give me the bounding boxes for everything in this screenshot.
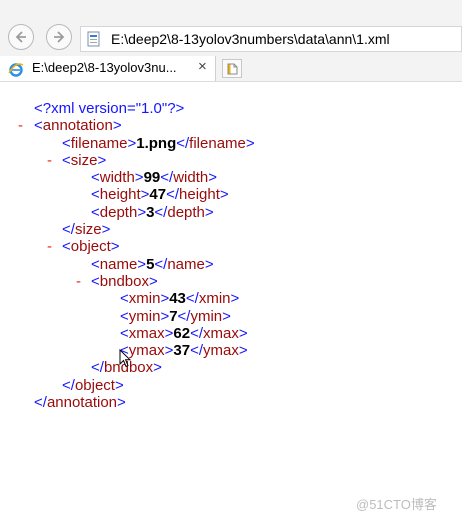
tag-depth: depth [99,203,138,221]
tag-height-close: height [179,186,220,204]
mouse-cursor-icon [119,349,131,368]
xml-line-xmax: <xmax>62</xmax> [120,324,248,342]
address-bar[interactable]: E:\deep2\8-13yolov3numbers\data\ann\1.xm… [80,26,462,52]
tag-xmin-close: xmin [198,290,231,308]
xml-line-ymin: <ymin>7</ymin> [120,307,231,325]
xml-declaration-line: <?xml version="1.0"?> [0,100,462,117]
xml-line-depth: <depth>3</depth> [91,203,214,221]
browser-toolbar: E:\deep2\8-13yolov3numbers\data\ann\1.xm… [0,0,462,56]
tag-height: height [99,186,141,204]
collapse-toggle-bndbox[interactable]: - [76,273,81,290]
ymax-value: 37 [173,342,191,360]
new-tab-icon [227,63,238,75]
xml-declaration: <?xml version="1.0"?> [34,100,185,117]
new-tab-button[interactable] [222,59,242,78]
xml-line-object-open: - <object> [47,238,120,256]
tab-title: E:\deep2\8-13yolov3nu... [32,60,177,75]
xml-line-width: <width>99</width> [91,169,217,187]
forward-button[interactable] [46,24,72,50]
tab-close-button[interactable]: × [198,58,207,75]
xml-line-annotation-open: - <annotation> [18,117,122,135]
xml-line-ymax: <ymax>37</ymax> [120,342,248,360]
collapse-toggle-size[interactable]: - [47,152,52,169]
tag-width-close: width [173,169,209,187]
xml-line-bndbox-open: - <bndbox> [76,272,158,290]
xmin-value: 43 [169,290,186,308]
back-arrow-icon [15,31,26,43]
xml-line-size-open: - <size> [47,151,107,169]
tag-xmax-close: xmax [203,324,239,342]
xml-line-xmin: <xmin>43</xmin> [120,290,240,308]
collapse-toggle-annotation[interactable]: - [18,117,23,134]
ie-favicon-icon [8,63,24,77]
back-button[interactable] [8,24,34,50]
xmax-value: 62 [173,324,191,342]
xml-line-name: <name>5</name> [91,255,214,273]
tag-size: size [70,151,98,169]
ymin-value: 7 [169,307,178,325]
tag-ymax: ymax [128,342,165,360]
tag-filename-close: filename [189,134,246,152]
tag-depth-close: depth [167,203,205,221]
page-icon [87,31,100,47]
watermark: @51CTO博客 [356,497,437,512]
tag-ymin-close: ymin [190,307,223,325]
tag-object-close: object [74,376,115,394]
tag-annotation-close: annotation [46,394,118,412]
width-value: 99 [143,169,161,187]
xml-line-annotation-close: </annotation> [34,394,126,412]
filename-value: 1.png [136,134,177,152]
tag-filename: filename [70,134,128,152]
address-text: E:\deep2\8-13yolov3numbers\data\ann\1.xm… [111,31,390,47]
tab-xml-file[interactable]: E:\deep2\8-13yolov3nu... × [0,56,216,81]
tag-ymin: ymin [128,307,161,325]
tag-name-close: name [167,255,205,273]
tag-xmax: xmax [128,324,165,342]
tag-annotation: annotation [42,117,113,135]
xml-line-size-close: </size> [62,221,111,239]
tag-width: width [99,169,135,187]
tag-object: object [70,238,111,256]
xml-document: <?xml version="1.0"?> - <annotation> <fi… [0,100,462,411]
tag-size-close: size [74,221,102,239]
tag-xmin: xmin [128,290,161,308]
forward-arrow-icon [54,31,65,43]
height-value: 47 [149,186,167,204]
tag-bndbox: bndbox [99,272,149,290]
tag-ymax-close: ymax [203,342,239,360]
xml-line-object-close: </object> [62,376,124,394]
tab-strip: E:\deep2\8-13yolov3nu... × [0,56,462,82]
xml-line-bndbox-close: </bndbox> [91,359,162,377]
tag-name: name [99,255,138,273]
collapse-toggle-object[interactable]: - [47,238,52,255]
xml-line-filename: <filename>1.png</filename> [62,134,255,152]
xml-line-height: <height>47</height> [91,186,229,204]
